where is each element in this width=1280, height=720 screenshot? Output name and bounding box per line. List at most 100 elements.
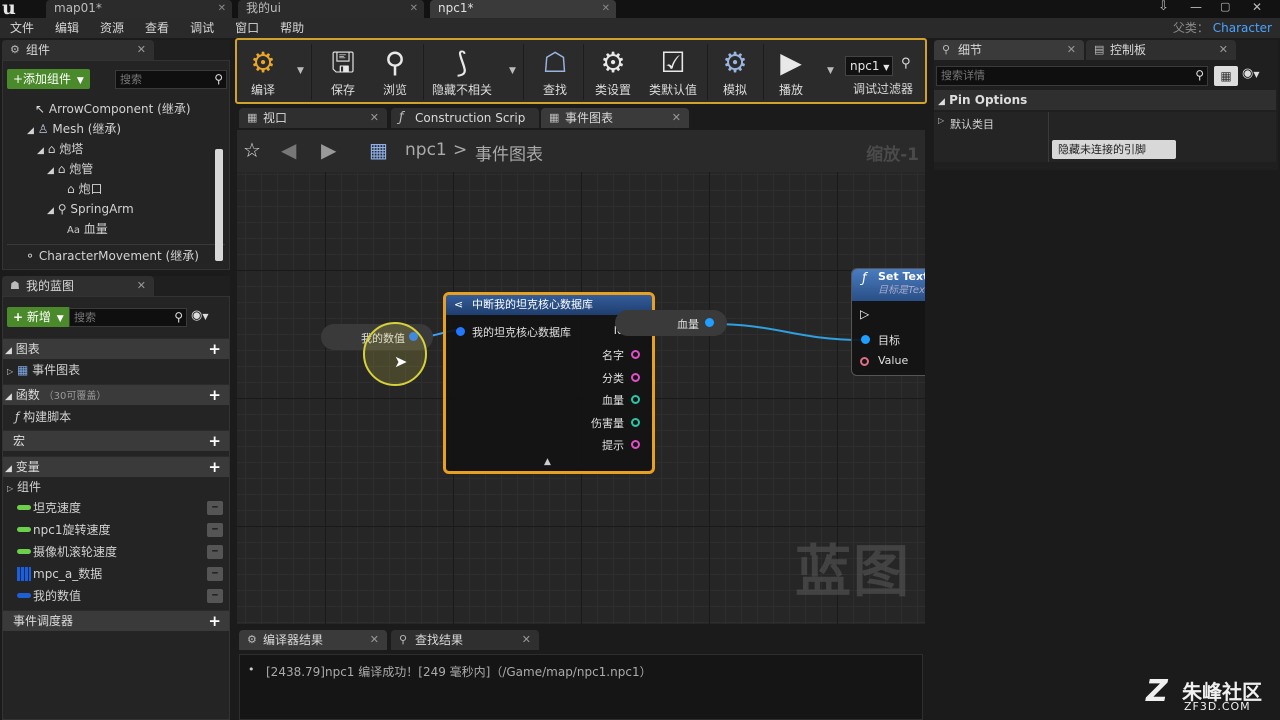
- object-wire[interactable]: [711, 323, 863, 341]
- class-settings-button[interactable]: ⚙ 类设置: [587, 44, 639, 100]
- event-graph-item[interactable]: ▷ ▦ 事件图表: [7, 360, 80, 380]
- close-icon[interactable]: ✕: [1219, 40, 1228, 60]
- category-output-pin[interactable]: [631, 373, 640, 382]
- construction-script-item[interactable]: ƒ 构建脚本: [15, 407, 71, 427]
- maximize-icon[interactable]: ▢: [1220, 0, 1230, 13]
- search-icon[interactable]: ⚲: [901, 56, 911, 71]
- breadcrumb-leaf[interactable]: 事件图表: [475, 140, 543, 165]
- compile-button[interactable]: ⚙ 编译: [237, 44, 289, 100]
- variable-row[interactable]: 摄像机滚轮速度 ━: [3, 541, 229, 563]
- add-function-icon[interactable]: +: [208, 385, 221, 406]
- play-button[interactable]: ▶ 播放: [765, 44, 817, 100]
- graphs-section[interactable]: ◢ 图表 +: [3, 338, 229, 359]
- details-search-input[interactable]: 搜索详情 ⚲: [936, 66, 1208, 86]
- tab-viewport[interactable]: ▦ 视口 ✕: [239, 108, 387, 128]
- eye-icon[interactable]: ◉▼: [191, 308, 209, 323]
- find-results-tab[interactable]: ⚲ 查找结果 ✕: [391, 630, 539, 650]
- close-icon[interactable]: ✕: [672, 108, 681, 128]
- menu-view[interactable]: 查看: [145, 18, 169, 38]
- parent-class-link[interactable]: Character: [1213, 21, 1272, 35]
- breadcrumb-root[interactable]: npc1: [405, 140, 447, 160]
- hint-output-pin[interactable]: [631, 440, 640, 449]
- new-button[interactable]: + 新增 ▼: [7, 307, 70, 327]
- tab-construction-script[interactable]: ƒ Construction Scrip: [391, 108, 539, 128]
- back-arrow-icon[interactable]: ◀: [281, 138, 296, 162]
- damage-output-pin[interactable]: [631, 418, 640, 427]
- compile-options-chevron-icon[interactable]: ▼: [297, 66, 304, 76]
- close-icon[interactable]: ✕: [410, 0, 418, 17]
- hide-unconnected-pins-button[interactable]: 隐藏未连接的引脚: [1052, 140, 1176, 159]
- tree-item-springarm[interactable]: ◢ ⚲ SpringArm: [3, 199, 213, 219]
- doc-tab-map01[interactable]: map01* ✕: [46, 0, 232, 18]
- tree-item-barrel[interactable]: ◢ ⌂ 炮管: [3, 159, 213, 179]
- menu-edit[interactable]: 编辑: [55, 18, 79, 38]
- components-group-item[interactable]: ▷ 组件: [7, 477, 41, 497]
- variable-row[interactable]: npc1旋转速度 ━: [3, 519, 229, 541]
- class-defaults-button[interactable]: ☑ 类默认值: [643, 44, 703, 100]
- debug-object-select[interactable]: npc1 ▼: [845, 56, 893, 76]
- add-macro-icon[interactable]: +: [208, 431, 221, 452]
- macros-section[interactable]: 宏 +: [3, 430, 229, 451]
- variable-row[interactable]: 我的数值 ━: [3, 585, 229, 607]
- set-text-node[interactable]: ƒ Set Text 目标是Tex ▷ 目标 Value: [851, 268, 925, 376]
- property-matrix-icon[interactable]: ▦: [1214, 66, 1238, 86]
- expand-arrow-icon[interactable]: ◢: [27, 126, 34, 136]
- visibility-eye-icon[interactable]: ━: [207, 589, 223, 603]
- menu-window[interactable]: 窗口: [235, 18, 259, 38]
- component-get-node[interactable]: 血量: [615, 310, 727, 336]
- find-button[interactable]: ☖ 查找: [529, 44, 581, 100]
- add-graph-icon[interactable]: +: [208, 339, 221, 360]
- struct-input-pin[interactable]: [456, 327, 465, 336]
- health-output-pin[interactable]: [631, 395, 640, 404]
- tree-item-mesh[interactable]: ◢ ♙ Mesh (继承): [3, 119, 213, 139]
- close-icon[interactable]: ✕: [602, 0, 610, 17]
- event-dispatchers-section[interactable]: 事件调度器 +: [3, 610, 229, 631]
- close-icon[interactable]: ✕: [218, 0, 226, 17]
- tab-event-graph[interactable]: ▦ 事件图表 ✕: [541, 108, 689, 128]
- menu-help[interactable]: 帮助: [280, 18, 304, 38]
- close-icon[interactable]: ✕: [137, 40, 146, 60]
- variables-section[interactable]: ◢ 变量 +: [3, 456, 229, 477]
- visibility-eye-icon[interactable]: ━: [207, 523, 223, 537]
- save-button[interactable]: 🖫 保存: [317, 44, 369, 100]
- add-dispatcher-icon[interactable]: +: [208, 611, 221, 632]
- variable-row[interactable]: mpc_a_数据 ━: [3, 563, 229, 585]
- visibility-eye-icon[interactable]: ━: [207, 501, 223, 515]
- my-blueprint-tab[interactable]: ☗ 我的蓝图 ✕: [2, 276, 154, 296]
- functions-section[interactable]: ◢ 函数 （30可覆盖） +: [3, 384, 229, 405]
- collapse-arrow-icon[interactable]: ▲: [544, 457, 551, 467]
- tree-item-turret[interactable]: ◢ ⌂ 炮塔: [3, 139, 213, 159]
- menu-debug[interactable]: 调试: [190, 18, 214, 38]
- forward-arrow-icon[interactable]: ▶: [321, 138, 336, 162]
- close-icon[interactable]: ✕: [1067, 40, 1076, 60]
- pin-options-section[interactable]: ◢ Pin Options: [934, 90, 1276, 110]
- exec-input-pin[interactable]: ▷: [860, 307, 869, 321]
- components-scrollbar[interactable]: [215, 149, 223, 261]
- target-input-pin[interactable]: [861, 335, 870, 344]
- doc-tab-myui[interactable]: 我的ui ✕: [238, 0, 424, 18]
- minimize-icon[interactable]: —: [1190, 0, 1202, 14]
- compiler-results-tab[interactable]: ⚙ 编译器结果 ✕: [239, 630, 387, 650]
- object-output-pin[interactable]: [705, 318, 714, 327]
- add-component-button[interactable]: +添加组件 ▼: [7, 69, 90, 89]
- source-control-icon[interactable]: ⇩: [1158, 0, 1169, 14]
- visibility-eye-icon[interactable]: ━: [207, 545, 223, 559]
- browse-button[interactable]: ⚲ 浏览: [369, 44, 421, 100]
- hide-options-chevron-icon[interactable]: ▼: [509, 66, 516, 76]
- tree-item-movement[interactable]: ⚬ CharacterMovement (继承): [3, 246, 213, 266]
- palette-tab[interactable]: ▤ 控制板 ✕: [1086, 40, 1236, 60]
- event-graph-canvas[interactable]: 我的数值 ⋖ 中断我的坦克核心数据库 我的坦克核心数据库 Id 名字 分类 血量…: [237, 172, 925, 624]
- visibility-eye-icon[interactable]: ━: [207, 567, 223, 581]
- expand-arrow-icon[interactable]: ◢: [47, 206, 54, 216]
- close-icon[interactable]: ✕: [370, 108, 379, 128]
- hide-unrelated-button[interactable]: ⟆ 隐藏不相关: [431, 44, 493, 100]
- value-input-pin[interactable]: [860, 357, 869, 366]
- simulate-button[interactable]: ⚙ 模拟: [709, 44, 761, 100]
- collapsed-arrow-icon[interactable]: ▷: [938, 116, 944, 125]
- menu-asset[interactable]: 资源: [100, 18, 124, 38]
- close-icon[interactable]: ✕: [370, 630, 379, 650]
- blueprint-search-input[interactable]: 搜索 ⚲: [69, 308, 187, 327]
- close-icon[interactable]: ✕: [522, 630, 531, 650]
- eye-icon[interactable]: ◉▼: [1242, 66, 1260, 81]
- tree-item-arrow[interactable]: ↖ ArrowComponent (继承): [3, 99, 213, 119]
